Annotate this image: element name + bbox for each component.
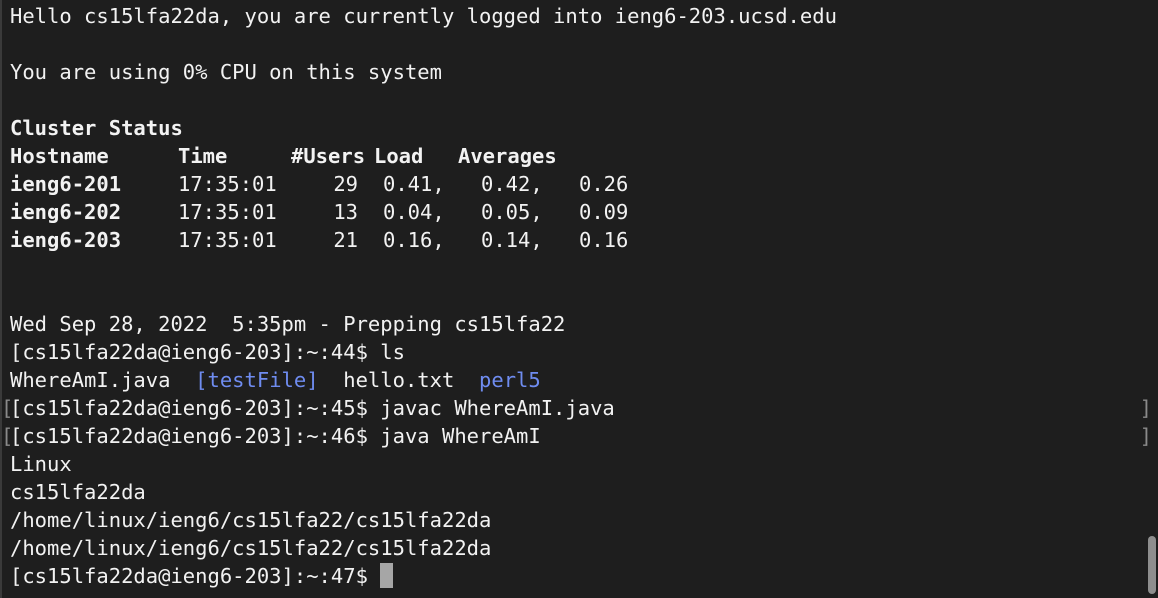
row-hostname: ieng6-202 (10, 200, 122, 224)
motd-cpu: You are using 0% CPU on this system (10, 60, 442, 84)
file-entry: WhereAmI.java (10, 368, 171, 392)
cluster-row: ieng6-201 17:35:01 29 0.41, 0.42, 0.26 (10, 170, 1134, 198)
directory-entry: perl5 (479, 368, 541, 392)
header-time: Time (178, 144, 228, 168)
ls-output: WhereAmI.java [testFile] hello.txt perl5 (10, 366, 1134, 394)
row-time: 17:35:01 (178, 172, 277, 196)
row-time: 17:35:01 (178, 228, 277, 252)
program-output-line: Linux (10, 452, 72, 476)
row-time: 17:35:01 (178, 200, 277, 224)
program-output-line: cs15lfa22da (10, 480, 146, 504)
row-load-1: 0.16, (383, 228, 445, 252)
command-mark-left: [ (1, 424, 14, 448)
row-hostname: ieng6-201 (10, 172, 122, 196)
row-load-2: 0.42, (481, 172, 543, 196)
row-users: 13 (333, 200, 358, 224)
command-text: ls (380, 340, 405, 364)
shell-prompt: [cs15lfa22da@ieng6-203]:~:47$ (10, 564, 381, 588)
header-averages: Averages (458, 144, 557, 168)
cluster-row: ieng6-202 17:35:01 13 0.04, 0.05, 0.09 (10, 198, 1134, 226)
motd-greeting: Hello cs15lfa22da, you are currently log… (10, 4, 837, 28)
scrollbar-thumb[interactable] (1148, 536, 1156, 594)
shell-prompt: [cs15lfa22da@ieng6-203]:~:46$ (10, 424, 381, 448)
cluster-row: ieng6-203 17:35:01 21 0.16, 0.14, 0.16 (10, 226, 1134, 254)
row-users: 21 (333, 228, 358, 252)
command-line-44: [cs15lfa22da@ieng6-203]:~:44$ ls (10, 338, 1134, 366)
shell-prompt: [cs15lfa22da@ieng6-203]:~:44$ (10, 340, 381, 364)
command-line-46: [[cs15lfa22da@ieng6-203]:~:46$ java Wher… (2, 422, 1152, 450)
header-load: Load (374, 144, 424, 168)
row-users: 29 (333, 172, 358, 196)
row-load-3: 0.26 (579, 172, 629, 196)
date-line: Wed Sep 28, 2022 5:35pm - Prepping cs15l… (10, 312, 566, 336)
command-mark-left: [ (1, 396, 14, 420)
command-mark-right: ] (1139, 396, 1152, 420)
command-text: java WhereAmI (380, 424, 541, 448)
row-load-2: 0.14, (481, 228, 543, 252)
directory-entry: [testFile] (195, 368, 319, 392)
row-hostname: ieng6-203 (10, 228, 122, 252)
active-prompt-line[interactable]: [cs15lfa22da@ieng6-203]:~:47$ (10, 562, 1134, 590)
row-load-1: 0.41, (383, 172, 445, 196)
file-entry: hello.txt (343, 368, 455, 392)
program-output-line: /home/linux/ieng6/cs15lfa22/cs15lfa22da (10, 536, 492, 560)
command-line-45: [[cs15lfa22da@ieng6-203]:~:45$ javac Whe… (2, 394, 1152, 422)
row-load-2: 0.05, (481, 200, 543, 224)
header-hostname: Hostname (10, 144, 109, 168)
shell-prompt: [cs15lfa22da@ieng6-203]:~:45$ (10, 396, 381, 420)
cluster-title: Cluster Status (10, 116, 183, 140)
cluster-header-row: Hostname Time #Users Load Averages (10, 142, 1134, 170)
command-text: javac WhereAmI.java (380, 396, 615, 420)
header-users: #Users (291, 144, 366, 168)
row-load-3: 0.09 (579, 200, 629, 224)
program-output-line: /home/linux/ieng6/cs15lfa22/cs15lfa22da (10, 508, 492, 532)
terminal-output: Hello cs15lfa22da, you are currently log… (2, 2, 1152, 590)
command-mark-right: ] (1139, 424, 1152, 448)
text-cursor[interactable] (380, 563, 394, 588)
row-load-1: 0.04, (383, 200, 445, 224)
row-load-3: 0.16 (579, 228, 629, 252)
terminal-window[interactable]: Hello cs15lfa22da, you are currently log… (0, 0, 1158, 598)
